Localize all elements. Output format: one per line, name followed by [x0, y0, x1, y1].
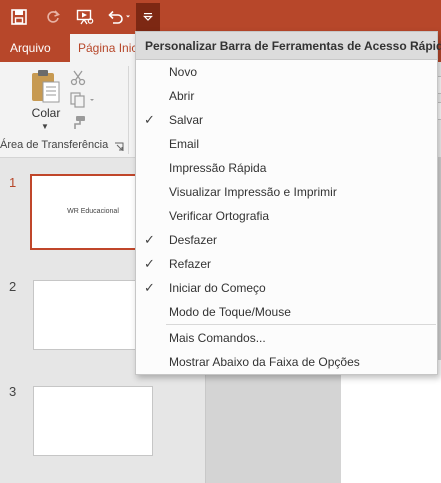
- menu-item-label: Refazer: [169, 257, 212, 271]
- menu-item-label: Salvar: [169, 113, 204, 127]
- customize-dropdown-icon[interactable]: [136, 3, 160, 31]
- menu-item-mostrar-abaixo[interactable]: Mostrar Abaixo da Faixa de Opções: [136, 350, 437, 374]
- paste-dropdown-icon[interactable]: ▼: [41, 122, 49, 131]
- slide-thumbnail-3[interactable]: [33, 386, 153, 456]
- checkmark-icon: ✓: [144, 112, 155, 127]
- menu-item-verificar-ortografia[interactable]: Verificar Ortografia: [136, 204, 437, 228]
- clipboard-group-label: Área de Transferência: [0, 139, 109, 151]
- menu-item-visualizar-impressao[interactable]: Visualizar Impressão e Imprimir: [136, 180, 437, 204]
- paste-label[interactable]: Colar: [26, 106, 66, 120]
- copy-icon[interactable]: [70, 92, 98, 111]
- menu-item-label: Abrir: [169, 89, 195, 103]
- menu-item-label: Visualizar Impressão e Imprimir: [169, 185, 337, 199]
- slide-number: 2: [9, 279, 17, 294]
- dialog-launcher-icon[interactable]: [114, 141, 124, 151]
- menu-item-novo[interactable]: Novo: [136, 60, 437, 84]
- menu-separator: [166, 324, 436, 325]
- cut-icon[interactable]: [70, 70, 86, 89]
- menu-header: Personalizar Barra de Ferramentas de Ace…: [136, 32, 441, 60]
- checkmark-icon: ✓: [144, 280, 155, 295]
- menu-item-label: Impressão Rápida: [169, 161, 267, 175]
- menu-item-iniciar-do-comeco[interactable]: ✓ Iniciar do Começo: [136, 276, 437, 300]
- menu-item-label: Mais Comandos...: [169, 331, 266, 345]
- tab-file[interactable]: Arquivo: [2, 34, 59, 62]
- menu-item-label: Email: [169, 137, 200, 151]
- menu-item-label: Novo: [169, 65, 198, 79]
- menu-item-label: Iniciar do Começo: [169, 281, 266, 295]
- menu-item-desfazer[interactable]: ✓ Desfazer: [136, 228, 437, 252]
- undo-icon[interactable]: [104, 3, 134, 31]
- menu-item-salvar[interactable]: ✓ Salvar: [136, 108, 437, 132]
- paste-icon[interactable]: [26, 68, 66, 107]
- customize-qat-menu: Personalizar Barra de Ferramentas de Ace…: [135, 31, 441, 375]
- save-icon[interactable]: [6, 3, 32, 31]
- start-from-beginning-icon[interactable]: [72, 3, 98, 31]
- menu-item-impressao-rapida[interactable]: Impressão Rápida: [136, 156, 437, 180]
- quick-access-toolbar: [0, 0, 441, 34]
- tab-home[interactable]: Página Inicial: [70, 34, 136, 62]
- menu-item-abrir[interactable]: Abrir: [136, 84, 437, 108]
- format-painter-icon[interactable]: [70, 115, 86, 134]
- menu-item-mais-comandos[interactable]: Mais Comandos...: [136, 326, 437, 350]
- menu-item-label: Desfazer: [169, 233, 218, 247]
- menu-item-modo-toque-mouse[interactable]: Modo de Toque/Mouse: [136, 300, 437, 324]
- menu-item-label: Verificar Ortografia: [169, 209, 270, 223]
- menu-item-label: Mostrar Abaixo da Faixa de Opções: [169, 355, 360, 369]
- slide-number: 3: [9, 384, 17, 399]
- menu-item-label: Modo de Toque/Mouse: [169, 305, 291, 319]
- slide-number: 1: [9, 175, 17, 190]
- checkmark-icon: ✓: [144, 232, 155, 247]
- repeat-icon[interactable]: [40, 3, 66, 31]
- menu-item-email[interactable]: Email: [136, 132, 437, 156]
- checkmark-icon: ✓: [144, 256, 155, 271]
- ribbon-group-separator: [128, 66, 129, 154]
- menu-item-refazer[interactable]: ✓ Refazer: [136, 252, 437, 276]
- main-slide-canvas[interactable]: [341, 360, 441, 483]
